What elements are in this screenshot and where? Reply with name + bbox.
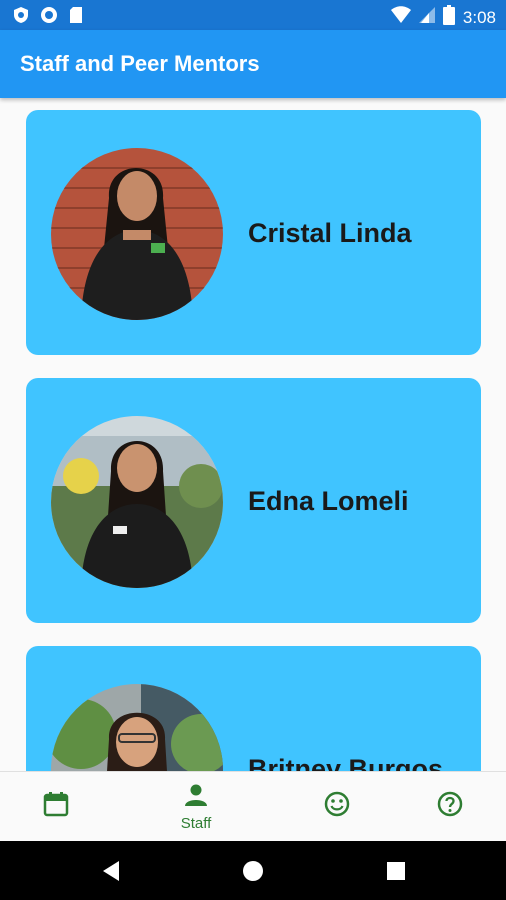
person-icon bbox=[183, 782, 209, 813]
mentor-photo bbox=[51, 148, 223, 320]
battery-icon bbox=[442, 5, 455, 30]
system-nav-bar bbox=[0, 841, 506, 900]
mentor-card[interactable]: Edna Lomeli bbox=[26, 378, 481, 623]
shield-icon bbox=[12, 6, 30, 29]
recents-icon[interactable] bbox=[386, 861, 406, 886]
mentor-name: Britney Burgos bbox=[248, 754, 444, 771]
status-time: 3:08 bbox=[462, 7, 496, 27]
home-icon[interactable] bbox=[242, 860, 264, 887]
mentor-name: Cristal Linda bbox=[248, 218, 412, 248]
nav-item-help[interactable] bbox=[410, 772, 490, 842]
mentor-name: Edna Lomeli bbox=[248, 486, 409, 516]
bottom-nav: Staff bbox=[0, 771, 506, 842]
mentor-photo bbox=[51, 684, 223, 771]
mentor-card[interactable]: Cristal Linda bbox=[26, 110, 481, 355]
page-title: Staff and Peer Mentors bbox=[20, 51, 260, 76]
wifi-icon bbox=[390, 6, 411, 29]
sd-card-icon bbox=[68, 6, 84, 29]
smiley-icon bbox=[324, 791, 350, 822]
nav-item-mood[interactable] bbox=[297, 772, 377, 842]
nav-item-staff[interactable]: Staff bbox=[156, 772, 236, 842]
help-icon bbox=[437, 791, 463, 822]
mentor-photo bbox=[51, 416, 223, 588]
calendar-icon bbox=[43, 791, 69, 822]
nav-label-staff: Staff bbox=[180, 815, 212, 832]
app-bar: Staff and Peer Mentors bbox=[0, 30, 506, 98]
status-bar: 3:08 bbox=[0, 0, 506, 30]
mentor-list[interactable]: Cristal Linda Edna Lomeli Britney Burgos bbox=[0, 98, 506, 771]
signal-icon bbox=[418, 6, 435, 29]
circle-icon bbox=[40, 6, 58, 29]
nav-item-calendar[interactable] bbox=[16, 772, 96, 842]
mentor-card[interactable]: Britney Burgos bbox=[26, 646, 481, 771]
back-icon[interactable] bbox=[101, 860, 121, 887]
